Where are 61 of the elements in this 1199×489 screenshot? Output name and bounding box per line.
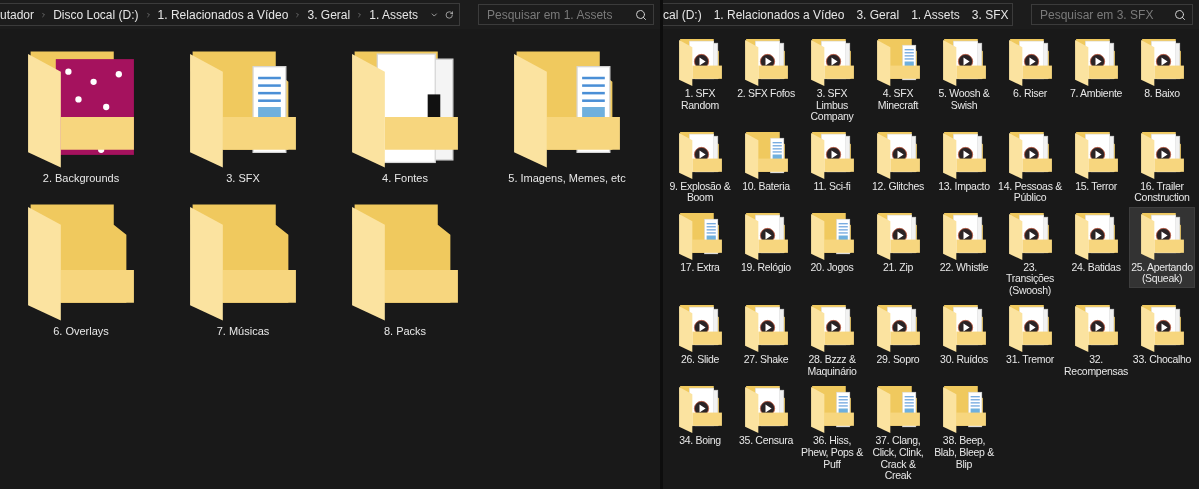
folder-item[interactable]: 34. Boing [667,380,733,450]
folder-item[interactable]: 2. SFX Fofos [733,33,799,103]
folder-item[interactable]: 23. Transições (Swoosh) [997,206,1063,300]
breadcrumb-item[interactable]: 1. Assets [911,7,960,22]
folder-item[interactable]: 12. Glitches [865,125,931,196]
folder-item[interactable]: 20. Jogos [799,206,865,277]
breadcrumb-item[interactable]: 3. Geral [307,7,351,22]
folder-item[interactable]: 30. Ruídos [931,299,997,369]
folder-item[interactable]: 6. Overlays [0,194,162,341]
folder-item[interactable]: 8. Baixo [1129,33,1195,103]
folder-item[interactable]: 24. Batidas [1063,206,1129,277]
folder-item[interactable]: 13. Impacto [931,125,997,196]
folder-item[interactable]: 6. Riser [997,33,1063,103]
search-field[interactable]: Pesquisar em 1. Assets [478,4,654,25]
folder-item[interactable]: 3. SFX [162,41,324,188]
folder-item[interactable]: 27. Shake [733,299,799,369]
address-bar[interactable]: utador Disco Local (D:) 1. Relacionados a Vídeo 3. Geral 1. Assets [0,3,460,26]
search-field[interactable]: Pesquisar em 3. SFX [1031,4,1193,25]
folder-item[interactable]: 9. Explosão & Boom [667,125,733,207]
folder-item[interactable]: 1. SFX Random [667,33,733,115]
folder-item[interactable]: 25. Apertando (Squeak) [1129,206,1195,288]
folder-item[interactable]: 14. Pessoas & Público [997,125,1063,207]
folder-item[interactable]: 33. Chocalho [1129,299,1195,369]
folder-item[interactable]: 29. Sopro [865,299,931,369]
folder-item[interactable]: 38. Beep, Blab, Bleep & Blip [931,380,997,474]
search-icon [1174,8,1186,21]
breadcrumb-item[interactable]: 1. Relacionados a Vídeo [713,7,845,22]
breadcrumb-item[interactable]: 1. Relacionados a Vídeo [157,7,289,22]
folder-item[interactable]: 17. Extra [667,206,733,277]
folder-item[interactable]: 15. Terror [1063,125,1129,196]
breadcrumb-item[interactable]: Disco Local (D:) [53,7,139,22]
folder-item[interactable]: 4. Fontes [324,41,486,188]
breadcrumb-item[interactable]: 3. SFX [971,7,1009,22]
breadcrumb-item[interactable]: utador [0,7,35,22]
folder-item[interactable]: 22. Whistle [931,206,997,277]
folder-item[interactable]: 4. SFX Minecraft [865,33,931,115]
breadcrumb-item[interactable]: 3. Geral [856,7,900,22]
folder-item[interactable]: 31. Tremor [997,299,1063,369]
folder-item[interactable]: 16. Trailer Construction [1129,125,1195,207]
folder-item[interactable]: 5. Woosh & Swish [931,33,997,115]
breadcrumb-item[interactable]: cal (D:) [663,7,702,22]
folder-item[interactable]: 19. Relógio [733,206,799,277]
folder-item[interactable]: 36. Hiss, Phew, Pops & Puff [799,380,865,474]
folder-item[interactable]: 26. Slide [667,299,733,369]
breadcrumb-item[interactable]: 1. Assets [369,7,418,22]
folder-item[interactable]: 7. Ambiente [1063,33,1129,103]
folder-item[interactable]: 8. Packs [324,194,486,341]
folder-item[interactable]: 37. Clang, Click, Clink, Crack & Creak [865,380,931,485]
search-icon [635,8,647,21]
folder-item[interactable]: 3. SFX Limbus Company [799,33,865,126]
folder-item[interactable]: 28. Bzzz & Maquinário [799,299,865,381]
refresh-icon[interactable] [444,8,453,21]
folder-item[interactable]: 7. Músicas [162,194,324,341]
folder-item[interactable]: 21. Zip [865,206,931,277]
folder-item[interactable]: 35. Censura [733,380,799,450]
folder-item[interactable]: 10. Bateria [733,125,799,196]
folder-item[interactable]: 5. Imagens, Memes, etc [486,41,648,188]
folder-item[interactable]: 2. Backgrounds [0,41,162,188]
folder-item[interactable]: 32. Recompensas [1063,299,1129,381]
address-bar[interactable]: cal (D:) 1. Relacionados a Vídeo 3. Geral 1. Assets 3. SFX [663,3,1013,26]
folder-item[interactable]: 11. Sci-fi [799,125,865,196]
